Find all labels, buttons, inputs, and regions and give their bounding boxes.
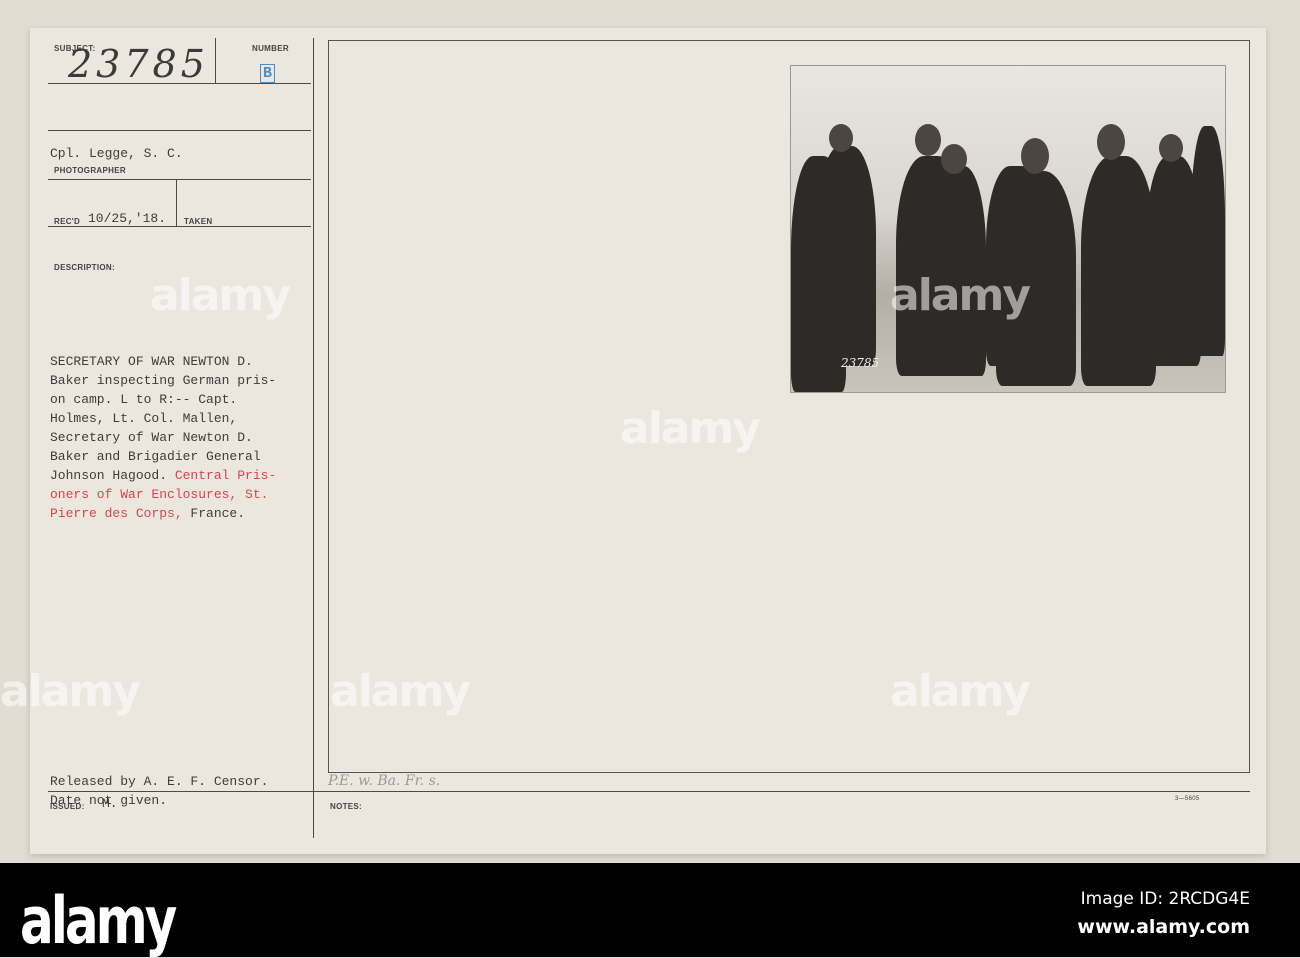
watermark-bar: alamy Image ID: 2RCDG4E www.alamy.com — [0, 863, 1300, 958]
watermark: alamy — [150, 270, 291, 321]
description-red: Central Pris- — [174, 468, 277, 483]
watermark: alamy — [890, 666, 1031, 717]
issued-label: ISSUED: — [50, 802, 85, 811]
photographer-name: Cpl. Legge, S. C. — [50, 146, 183, 161]
taken-label: TAKEN — [184, 217, 213, 226]
photograph: 23785 — [790, 65, 1226, 393]
handwritten-note: P.E. w. Ba. Fr. s. — [328, 773, 441, 789]
watermark: alamy — [330, 666, 471, 717]
description-label: DESCRIPTION: — [54, 263, 115, 272]
description-red: oners of War Enclosures, St. — [50, 487, 269, 502]
description-black: SECRETARY OF WAR NEWTON D. Baker inspect… — [50, 354, 277, 483]
description-red: Pierre des Corps, — [50, 506, 183, 521]
photo-number: 23785 — [841, 356, 880, 370]
watermark: alamy — [890, 270, 1031, 321]
description-text: SECRETARY OF WAR NEWTON D. Baker inspect… — [50, 352, 276, 523]
issued-value: M. — [102, 796, 118, 811]
description-end: France. — [182, 506, 246, 521]
site-url[interactable]: www.alamy.com — [1077, 913, 1250, 941]
watermark: alamy — [0, 666, 141, 717]
image-id: Image ID: 2RCDG4E — [1080, 889, 1250, 909]
subject-value: 23785 — [68, 42, 209, 86]
image-id-block: Image ID: 2RCDG4E www.alamy.com — [1077, 885, 1250, 941]
photographer-label: PHOTOGRAPHER — [54, 166, 126, 175]
alamy-logo: alamy — [20, 883, 177, 958]
number-stamp: B — [260, 64, 276, 83]
recd-label: REC'D — [54, 217, 81, 226]
watermark: alamy — [620, 403, 761, 454]
notes-label: NOTES: — [330, 802, 363, 811]
archive-card: SUBJECT: 23785 NUMBER B Cpl. Legge, S. C… — [0, 28, 1266, 854]
form-number: 3—5605 — [1175, 796, 1200, 802]
number-label: NUMBER — [252, 44, 289, 53]
